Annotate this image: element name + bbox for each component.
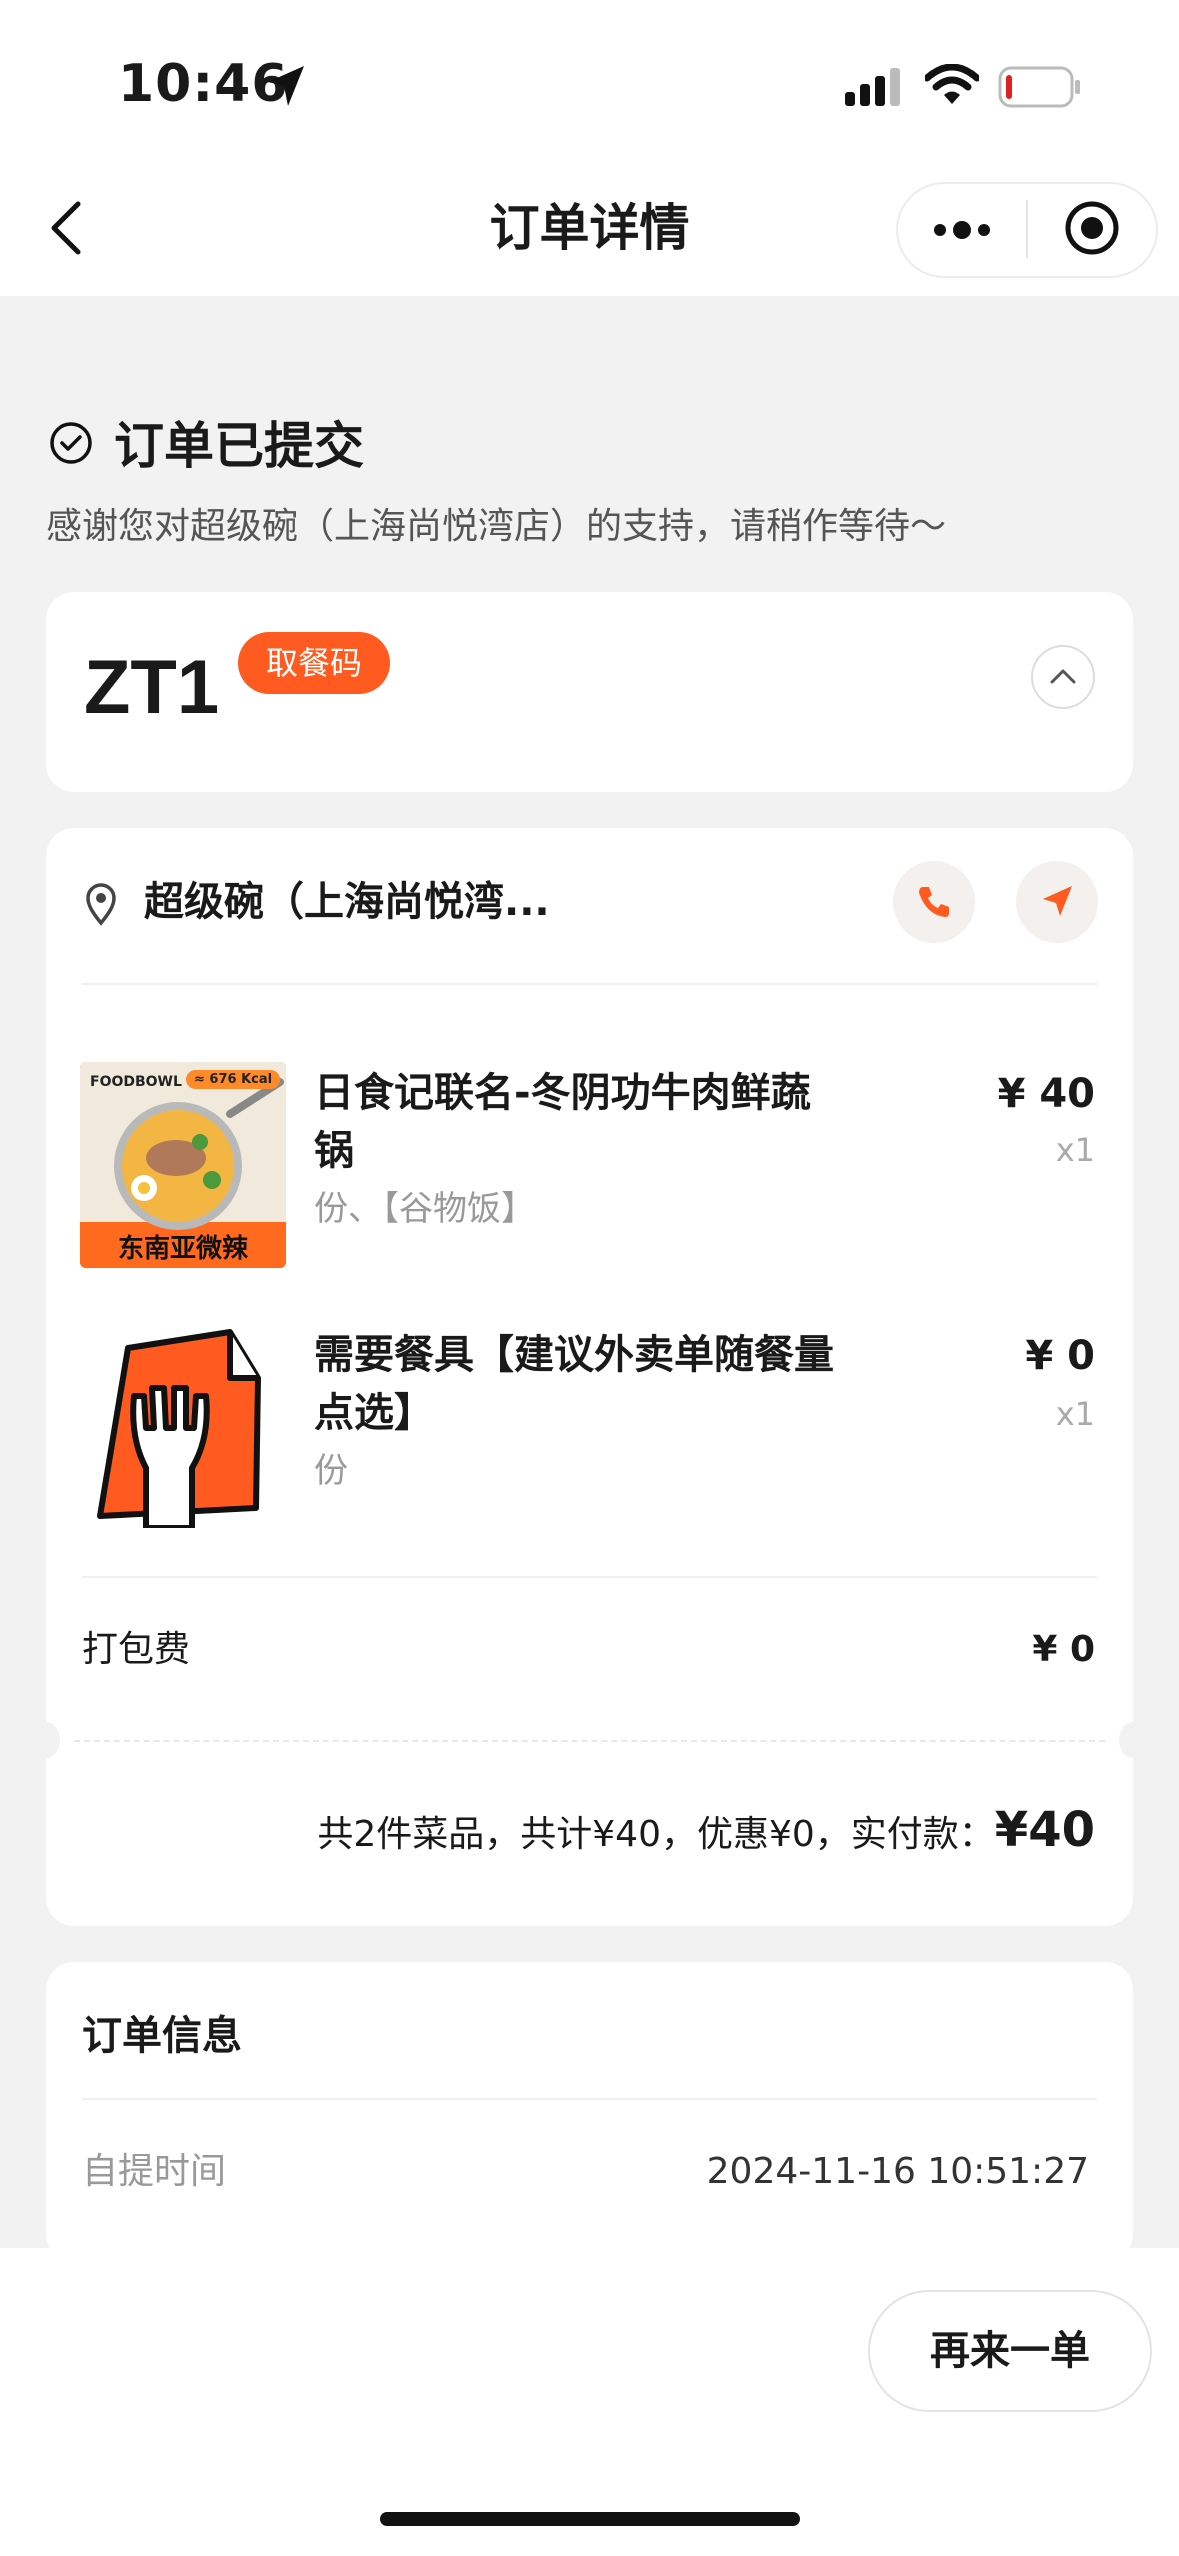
divider [82, 1576, 1097, 1578]
divider [82, 2098, 1097, 2100]
card-notch-right [1119, 1722, 1147, 1758]
packaging-fee-value: ¥ 0 [1032, 1629, 1095, 1670]
card-notch-left [32, 1722, 60, 1758]
item-image-tag: 东南亚微辣 [117, 1234, 248, 1264]
cellular-signal-icon [845, 68, 905, 112]
pickup-code-badge: 取餐码 [238, 632, 391, 694]
item-price: ¥ 0 [1025, 1333, 1095, 1379]
store-name[interactable]: 超级碗（上海尚悦湾... [144, 872, 550, 932]
divider [82, 983, 1097, 985]
collapse-button[interactable] [1031, 645, 1095, 709]
item-qty: x1 [1055, 1131, 1095, 1169]
item-price: ¥ 40 [997, 1071, 1095, 1117]
more-dots-icon[interactable] [932, 218, 992, 246]
item-image-brand: FOODBOWL [90, 1074, 182, 1090]
pickup-time-value: 2024-11-16 10:51:27 [706, 2151, 1089, 2192]
order-status-title: 订单已提交 [114, 417, 364, 475]
order-status-subtitle: 感谢您对超级碗（上海尚悦湾店）的支持，请稍作等待～ [46, 506, 947, 547]
phone-icon [919, 887, 949, 917]
reorder-button[interactable]: 再来一单 [868, 2290, 1152, 2412]
capsule-divider [1026, 200, 1028, 258]
packaging-fee-label: 打包费 [82, 1629, 191, 1670]
summary-total: ¥40 [994, 1802, 1095, 1858]
item-image-utensils [80, 1318, 286, 1528]
item-image-kcal: ≈ 676 Kcal [186, 1070, 281, 1089]
check-circle-icon [48, 420, 94, 470]
dashed-divider [74, 1740, 1105, 1742]
call-button[interactable] [893, 861, 975, 943]
item-qty: x1 [1055, 1395, 1095, 1433]
item-spec: 份、【谷物饭】 [314, 1189, 535, 1229]
summary-text: 共2件菜品，共计¥40，优惠¥0，实付款： [317, 1814, 995, 1855]
pickup-code: ZT1 [84, 645, 220, 730]
navigate-button[interactable] [1016, 861, 1098, 943]
navigation-arrow-icon [1043, 886, 1072, 916]
item-image-tomyum-pot: FOODBOWL ≈ 676 Kcal 东南亚微辣 [80, 1062, 286, 1268]
home-indicator [380, 2512, 800, 2526]
item-spec: 份 [314, 1451, 348, 1491]
close-target-icon[interactable] [1064, 200, 1120, 260]
chevron-up-icon [1050, 669, 1076, 684]
wifi-icon [923, 63, 981, 110]
order-summary: 共2件菜品，共计¥40，优惠¥0，实付款：¥40 [317, 1798, 1095, 1867]
location-arrow-icon [266, 64, 306, 112]
item-name: 日食记联名-冬阴功牛肉鲜蔬锅 [314, 1070, 811, 1174]
status-time: 10:46 [118, 54, 289, 114]
location-pin-icon [84, 882, 118, 930]
order-info-title: 订单信息 [82, 2013, 242, 2059]
item-name: 需要餐具【建议外卖单随餐量点选】 [314, 1332, 834, 1436]
pickup-time-label: 自提时间 [82, 2151, 227, 2192]
battery-icon [998, 66, 1082, 112]
